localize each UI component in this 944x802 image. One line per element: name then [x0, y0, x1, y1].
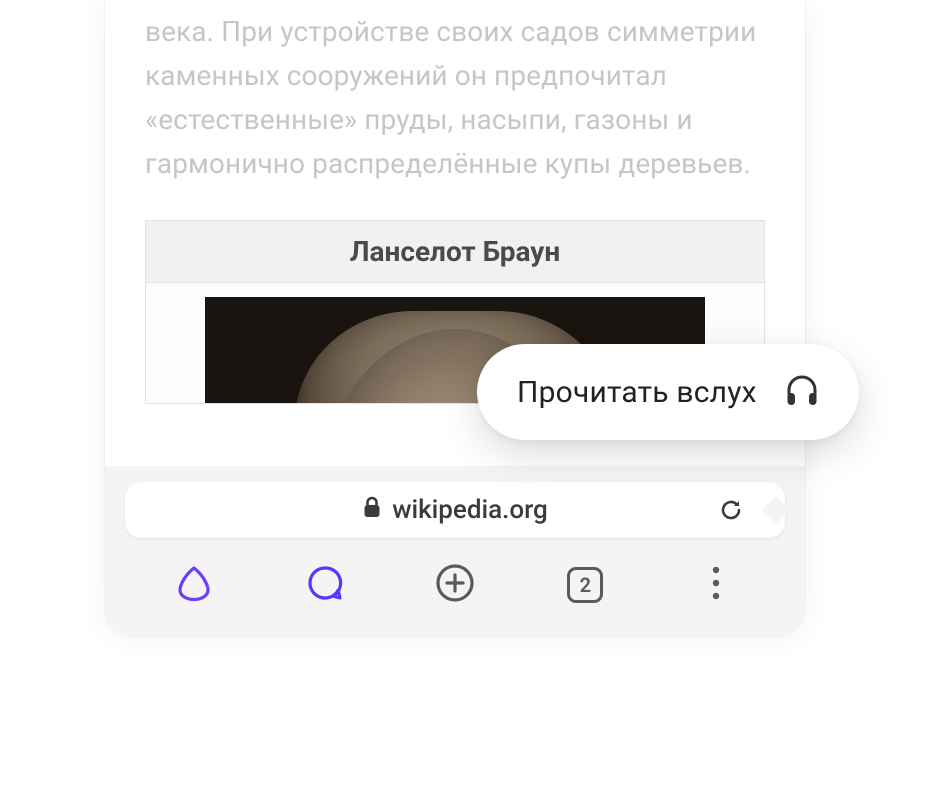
- new-tab-button[interactable]: [425, 555, 485, 615]
- more-vertical-icon: [711, 565, 721, 605]
- nav-bar: 2: [105, 538, 805, 636]
- alice-icon: [174, 563, 214, 607]
- browser-chrome: wikipedia.org: [105, 466, 805, 636]
- read-aloud-button[interactable]: Прочитать вслух: [477, 344, 859, 440]
- address-domain: wikipedia.org: [392, 495, 548, 525]
- read-aloud-label: Прочитать вслух: [517, 375, 757, 410]
- plus-circle-icon: [434, 562, 476, 608]
- tabs-count-badge: 2: [567, 567, 603, 603]
- chat-button[interactable]: [295, 555, 355, 615]
- address-bar[interactable]: wikipedia.org: [125, 482, 785, 538]
- infobox-title: Ланселот Браун: [146, 221, 764, 283]
- reload-button[interactable]: [717, 496, 745, 524]
- headphones-icon: [783, 371, 821, 413]
- browser-window: века. При устройстве своих садов симметр…: [105, 0, 805, 636]
- tabs-button[interactable]: 2: [555, 555, 615, 615]
- address-bar-content: wikipedia.org: [362, 495, 548, 525]
- lock-icon: [362, 495, 382, 525]
- alice-button[interactable]: [164, 555, 224, 615]
- menu-button[interactable]: [686, 555, 746, 615]
- chat-icon: [305, 563, 345, 607]
- article-paragraph: века. При устройстве своих садов симметр…: [145, 0, 765, 186]
- address-bar-row: wikipedia.org: [105, 466, 805, 538]
